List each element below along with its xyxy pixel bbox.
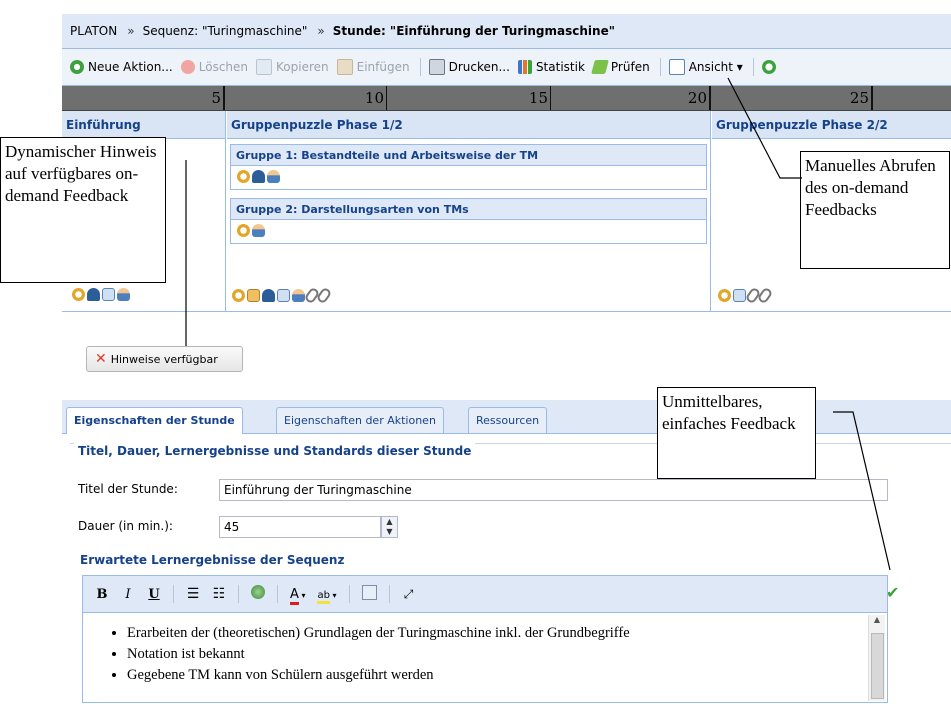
annotation-line <box>833 411 891 571</box>
annotation-lines <box>185 77 891 571</box>
annotation-line <box>727 77 802 179</box>
